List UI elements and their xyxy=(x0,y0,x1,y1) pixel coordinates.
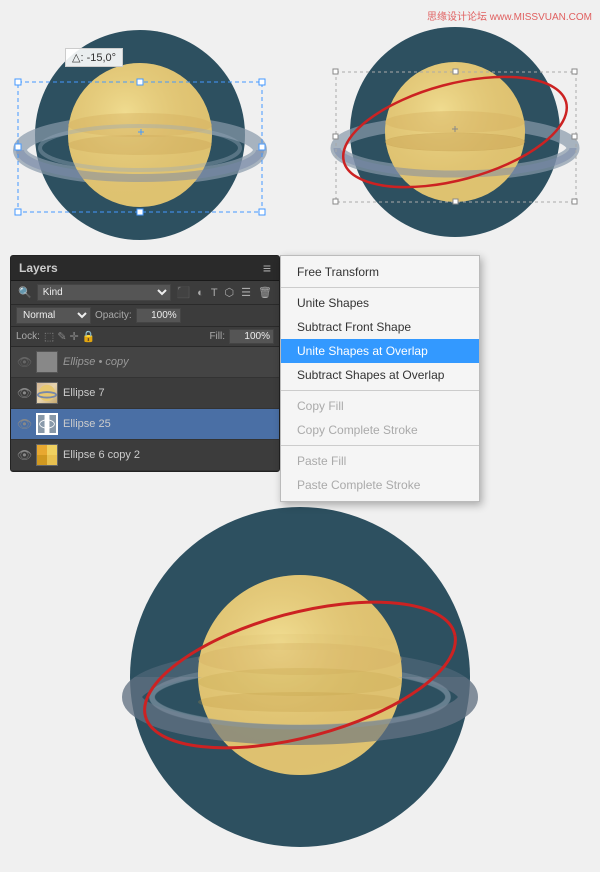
layers-panel: Layers ≡ 🔍 Kind ⬛ ◐ T ⬡ ☰ 🗑 Normal Multi… xyxy=(10,255,280,472)
visibility-icon[interactable]: 👁 xyxy=(17,355,31,369)
layers-title: Layers xyxy=(19,261,58,275)
menu-separator-1 xyxy=(281,287,479,288)
search-icon[interactable]: 🔍 xyxy=(16,285,34,300)
saturn-bottom xyxy=(120,497,480,857)
layer-name-25: Ellipse 25 xyxy=(63,418,273,430)
visibility-icon-25[interactable]: 👁 xyxy=(17,417,31,431)
kind-select[interactable]: Kind xyxy=(37,284,172,301)
visibility-icon-7[interactable]: 👁 xyxy=(17,386,31,400)
lock-move-icon[interactable]: ✛ xyxy=(70,330,79,343)
trash-icon[interactable]: 🗑 xyxy=(256,285,274,300)
adjust-icon[interactable]: ◐ xyxy=(195,286,206,300)
angle-label: △: -15,0° xyxy=(65,48,123,67)
smart-icon[interactable]: ☰ xyxy=(239,285,253,300)
type-icon[interactable]: T xyxy=(209,286,220,300)
menu-item-copy-stroke[interactable]: Copy Complete Stroke xyxy=(281,418,479,442)
menu-item-unite-overlap[interactable]: Unite Shapes at Overlap xyxy=(281,339,479,363)
layer-item-ellipse7[interactable]: 👁 Ellipse 7 xyxy=(11,378,279,409)
fill-value: 100% xyxy=(229,329,274,344)
lock-all-icon[interactable]: 🔒 xyxy=(82,330,96,343)
menu-item-subtract-overlap[interactable]: Subtract Shapes at Overlap xyxy=(281,363,479,387)
menu-item-unite-shapes[interactable]: Unite Shapes xyxy=(281,291,479,315)
opacity-value: 100% xyxy=(136,308,181,323)
bottom-row xyxy=(0,477,600,867)
layer-thumb-25 xyxy=(36,413,58,435)
lock-position-icon[interactable]: ✎ xyxy=(57,330,66,343)
pixel-icon[interactable]: ⬛ xyxy=(174,285,192,300)
layer-thumb-7 xyxy=(36,382,58,404)
saturn-left: △: -15,0° xyxy=(10,20,280,240)
layer-thumb-6c2 xyxy=(36,444,58,466)
visibility-icon-6c2[interactable]: 👁 xyxy=(17,448,31,462)
opacity-label: Opacity: xyxy=(95,310,132,321)
menu-item-free-transform[interactable]: Free Transform xyxy=(281,260,479,284)
layers-menu-icon[interactable]: ≡ xyxy=(263,260,271,276)
lock-icons: ⬚ ✎ ✛ 🔒 xyxy=(44,330,96,343)
menu-separator-2 xyxy=(281,390,479,391)
saturn-left-svg xyxy=(10,20,280,240)
layer-item-ellipse25[interactable]: 👁 Ellipse 25 xyxy=(11,409,279,440)
layer-name-6c2: Ellipse 6 copy 2 xyxy=(63,449,273,461)
top-row: △: -15,0° xyxy=(0,0,600,250)
watermark: 思缘设计论坛 www.MISSVUAN.COM xyxy=(427,8,592,23)
menu-separator-3 xyxy=(281,445,479,446)
middle-row: Layers ≡ 🔍 Kind ⬛ ◐ T ⬡ ☰ 🗑 Normal Multi… xyxy=(0,255,600,472)
lock-fill-row: Lock: ⬚ ✎ ✛ 🔒 Fill: 100% xyxy=(11,327,279,347)
menu-item-copy-fill[interactable]: Copy Fill xyxy=(281,394,479,418)
context-menu: Free Transform Unite Shapes Subtract Fro… xyxy=(280,255,480,502)
saturn-right xyxy=(320,20,590,240)
layer-item-ellipse6copy2[interactable]: 👁 Ellipse 6 copy 2 xyxy=(11,440,279,471)
blend-opacity-row: Normal Multiply Screen Opacity: 100% xyxy=(11,305,279,327)
lock-pixels-icon[interactable]: ⬚ xyxy=(44,330,54,343)
layer-name: Ellipse • copy xyxy=(63,356,273,368)
blend-mode-select[interactable]: Normal Multiply Screen xyxy=(16,307,91,324)
fill-label: Fill: xyxy=(209,331,225,342)
layer-name-7: Ellipse 7 xyxy=(63,387,273,399)
lock-label: Lock: xyxy=(16,331,40,342)
menu-item-paste-fill[interactable]: Paste Fill xyxy=(281,449,479,473)
layer-thumb xyxy=(36,351,58,373)
layer-item-ellipse-copy[interactable]: 👁 Ellipse • copy xyxy=(11,347,279,378)
saturn-right-svg xyxy=(320,20,590,240)
saturn-bottom-svg xyxy=(120,497,480,857)
layers-title-bar: Layers ≡ xyxy=(11,256,279,281)
layers-search-bar: 🔍 Kind ⬛ ◐ T ⬡ ☰ 🗑 xyxy=(11,281,279,305)
shape-icon[interactable]: ⬡ xyxy=(223,285,237,300)
menu-item-subtract-front[interactable]: Subtract Front Shape xyxy=(281,315,479,339)
menu-item-paste-stroke[interactable]: Paste Complete Stroke xyxy=(281,473,479,497)
